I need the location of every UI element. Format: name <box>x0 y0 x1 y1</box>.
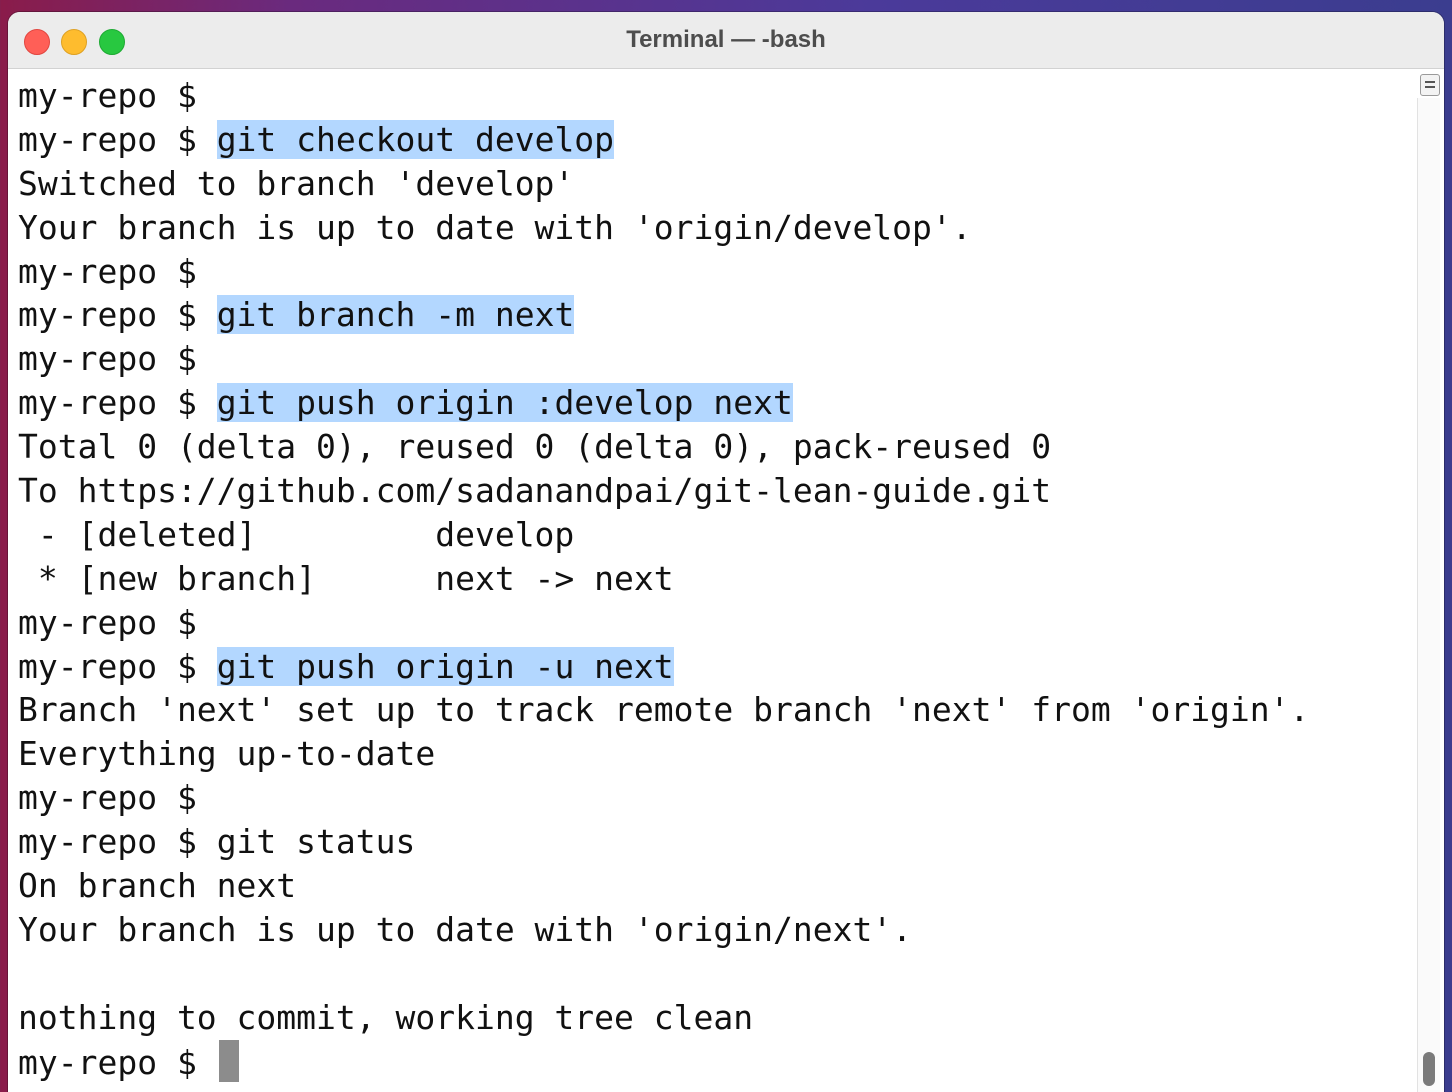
shell-prompt: my-repo $ <box>18 1042 217 1082</box>
scroll-marker-icon[interactable] <box>1420 74 1440 96</box>
shell-prompt: my-repo $ <box>18 339 217 379</box>
terminal-line: Branch 'next' set up to track remote bra… <box>18 688 1408 732</box>
output-text: Switched to branch 'develop' <box>18 163 575 203</box>
terminal-line: Your branch is up to date with 'origin/d… <box>18 206 1408 250</box>
terminal-line: my-repo $ <box>18 776 1408 820</box>
shell-prompt: my-repo $ <box>18 119 217 159</box>
terminal-line: my-repo $ <box>18 74 1408 118</box>
terminal-line: * [new branch] next -> next <box>18 557 1408 601</box>
shell-prompt: my-repo $ <box>18 822 217 862</box>
terminal-line: my-repo $ <box>18 250 1408 294</box>
terminal-line: Total 0 (delta 0), reused 0 (delta 0), p… <box>18 425 1408 469</box>
terminal-line: my-repo $ <box>18 337 1408 381</box>
terminal-line: my-repo $ git checkout develop <box>18 118 1408 162</box>
terminal-line: Your branch is up to date with 'origin/n… <box>18 908 1408 952</box>
output-text: To https://github.com/sadanandpai/git-le… <box>18 471 1052 511</box>
terminal-line: Everything up-to-date <box>18 732 1408 776</box>
output-text: Your branch is up to date with 'origin/n… <box>18 909 913 949</box>
terminal-line: my-repo $ git status <box>18 820 1408 864</box>
command-text: git status <box>216 822 416 862</box>
shell-prompt: my-repo $ <box>18 646 217 686</box>
scrollbar-thumb[interactable] <box>1423 1052 1435 1086</box>
terminal-line: my-repo $ git branch -m next <box>18 293 1408 337</box>
command-text: git push origin -u next <box>216 646 674 686</box>
command-text: git checkout develop <box>216 119 615 159</box>
terminal-line: my-repo $ <box>18 601 1408 645</box>
output-text: - [deleted] develop <box>18 514 575 554</box>
terminal-line: my-repo $ git push origin :develop next <box>18 381 1408 425</box>
window-title: Terminal — -bash <box>626 26 826 53</box>
terminal-window: Terminal — -bash my-repo $ my-repo $ git… <box>8 12 1444 1092</box>
terminal-line: my-repo $ git push origin -u next <box>18 645 1408 689</box>
title-bar[interactable]: Terminal — -bash <box>8 12 1444 69</box>
shell-prompt: my-repo $ <box>18 602 217 642</box>
shell-prompt: my-repo $ <box>18 383 217 423</box>
text-cursor <box>218 1039 239 1082</box>
command-text: git branch -m next <box>216 295 575 335</box>
shell-prompt: my-repo $ <box>18 251 217 291</box>
output-text: * [new branch] next -> next <box>18 558 674 598</box>
command-text: git push origin :develop next <box>216 383 793 423</box>
shell-prompt: my-repo $ <box>18 295 217 335</box>
current-prompt-line[interactable]: my-repo $ <box>18 1039 1408 1084</box>
output-text: On branch next <box>18 866 297 906</box>
scrollbar[interactable] <box>1417 98 1440 1092</box>
terminal-line: On branch next <box>18 864 1408 908</box>
terminal-output[interactable]: my-repo $ my-repo $ git checkout develop… <box>18 74 1408 1092</box>
terminal-line: Switched to branch 'develop' <box>18 162 1408 206</box>
output-text: Everything up-to-date <box>18 734 436 774</box>
output-text: nothing to commit, working tree clean <box>18 997 754 1037</box>
terminal-line: - [deleted] develop <box>18 513 1408 557</box>
terminal-line: To https://github.com/sadanandpai/git-le… <box>18 469 1408 513</box>
output-text: Your branch is up to date with 'origin/d… <box>18 207 972 247</box>
shell-prompt: my-repo $ <box>18 778 217 818</box>
terminal-line: nothing to commit, working tree clean <box>18 996 1408 1040</box>
output-text: Total 0 (delta 0), reused 0 (delta 0), p… <box>18 427 1052 467</box>
shell-prompt: my-repo $ <box>18 76 217 115</box>
output-text: Branch 'next' set up to track remote bra… <box>18 690 1310 730</box>
